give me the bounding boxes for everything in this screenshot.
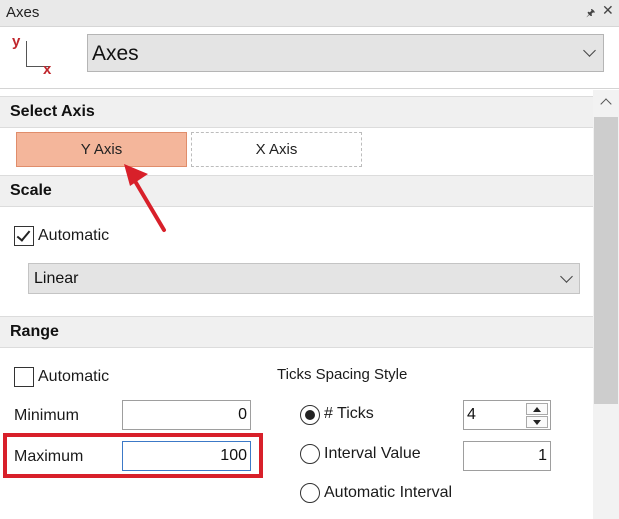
chevron-down-icon bbox=[560, 270, 573, 283]
automatic-interval-radio[interactable] bbox=[300, 483, 320, 503]
stepper-up-button[interactable] bbox=[526, 403, 548, 415]
select-axis-heading: Select Axis bbox=[10, 103, 95, 120]
scrollbar-thumb[interactable] bbox=[594, 117, 618, 404]
minimum-input[interactable]: 0 bbox=[122, 400, 251, 430]
range-automatic-label: Automatic bbox=[38, 368, 110, 385]
window-title: Axes bbox=[6, 4, 40, 21]
chevron-down-icon bbox=[583, 44, 596, 57]
range-automatic-checkbox[interactable] bbox=[14, 367, 34, 387]
interval-value-input[interactable]: 1 bbox=[463, 441, 551, 471]
scale-type-value: Linear bbox=[34, 270, 79, 287]
pin-icon[interactable]: 🖈 bbox=[586, 6, 595, 23]
axes-icon-x: x bbox=[43, 61, 52, 78]
scale-automatic-checkbox[interactable] bbox=[14, 226, 34, 246]
window-titlebar: Axes 🖈 ✕ bbox=[0, 0, 619, 27]
axes-icon: y x bbox=[10, 33, 58, 81]
section-range: Range bbox=[0, 316, 593, 348]
ticks-count-value: 4 bbox=[467, 406, 476, 423]
scale-type-dropdown[interactable]: Linear bbox=[28, 263, 580, 294]
x-axis-button[interactable]: X Axis bbox=[191, 132, 362, 167]
section-select-axis: Select Axis bbox=[0, 96, 593, 128]
panel-header: y x Axes bbox=[0, 27, 619, 89]
ticks-count-stepper[interactable]: 4 bbox=[463, 400, 551, 430]
scale-automatic-label: Automatic bbox=[38, 227, 110, 244]
section-scale: Scale bbox=[0, 175, 593, 207]
range-heading: Range bbox=[10, 323, 59, 340]
arrow-down-icon bbox=[533, 420, 541, 425]
ticks-spacing-heading: Ticks Spacing Style bbox=[277, 366, 408, 383]
radio-selected-dot bbox=[305, 410, 315, 420]
scroll-up-button[interactable] bbox=[593, 90, 619, 114]
ticks-count-radio[interactable] bbox=[300, 405, 320, 425]
element-selector-value: Axes bbox=[92, 42, 139, 65]
stepper-down-button[interactable] bbox=[526, 416, 548, 428]
interval-value-radio[interactable] bbox=[300, 444, 320, 464]
red-arrow-annotation bbox=[124, 164, 166, 232]
axes-icon-y: y bbox=[12, 33, 21, 50]
element-selector-dropdown[interactable]: Axes bbox=[87, 34, 604, 72]
maximum-highlight-box bbox=[3, 433, 263, 478]
automatic-interval-label: Automatic Interval bbox=[324, 484, 453, 501]
close-icon[interactable]: ✕ bbox=[602, 3, 614, 19]
interval-value-label: Interval Value bbox=[324, 445, 421, 462]
ticks-count-label: # Ticks bbox=[324, 405, 374, 422]
arrow-up-icon bbox=[533, 407, 541, 412]
chevron-up-icon bbox=[600, 98, 612, 110]
scale-heading: Scale bbox=[10, 182, 52, 199]
vertical-scrollbar[interactable] bbox=[593, 90, 619, 519]
checkmark-icon bbox=[16, 227, 31, 242]
minimum-label: Minimum bbox=[14, 407, 79, 424]
